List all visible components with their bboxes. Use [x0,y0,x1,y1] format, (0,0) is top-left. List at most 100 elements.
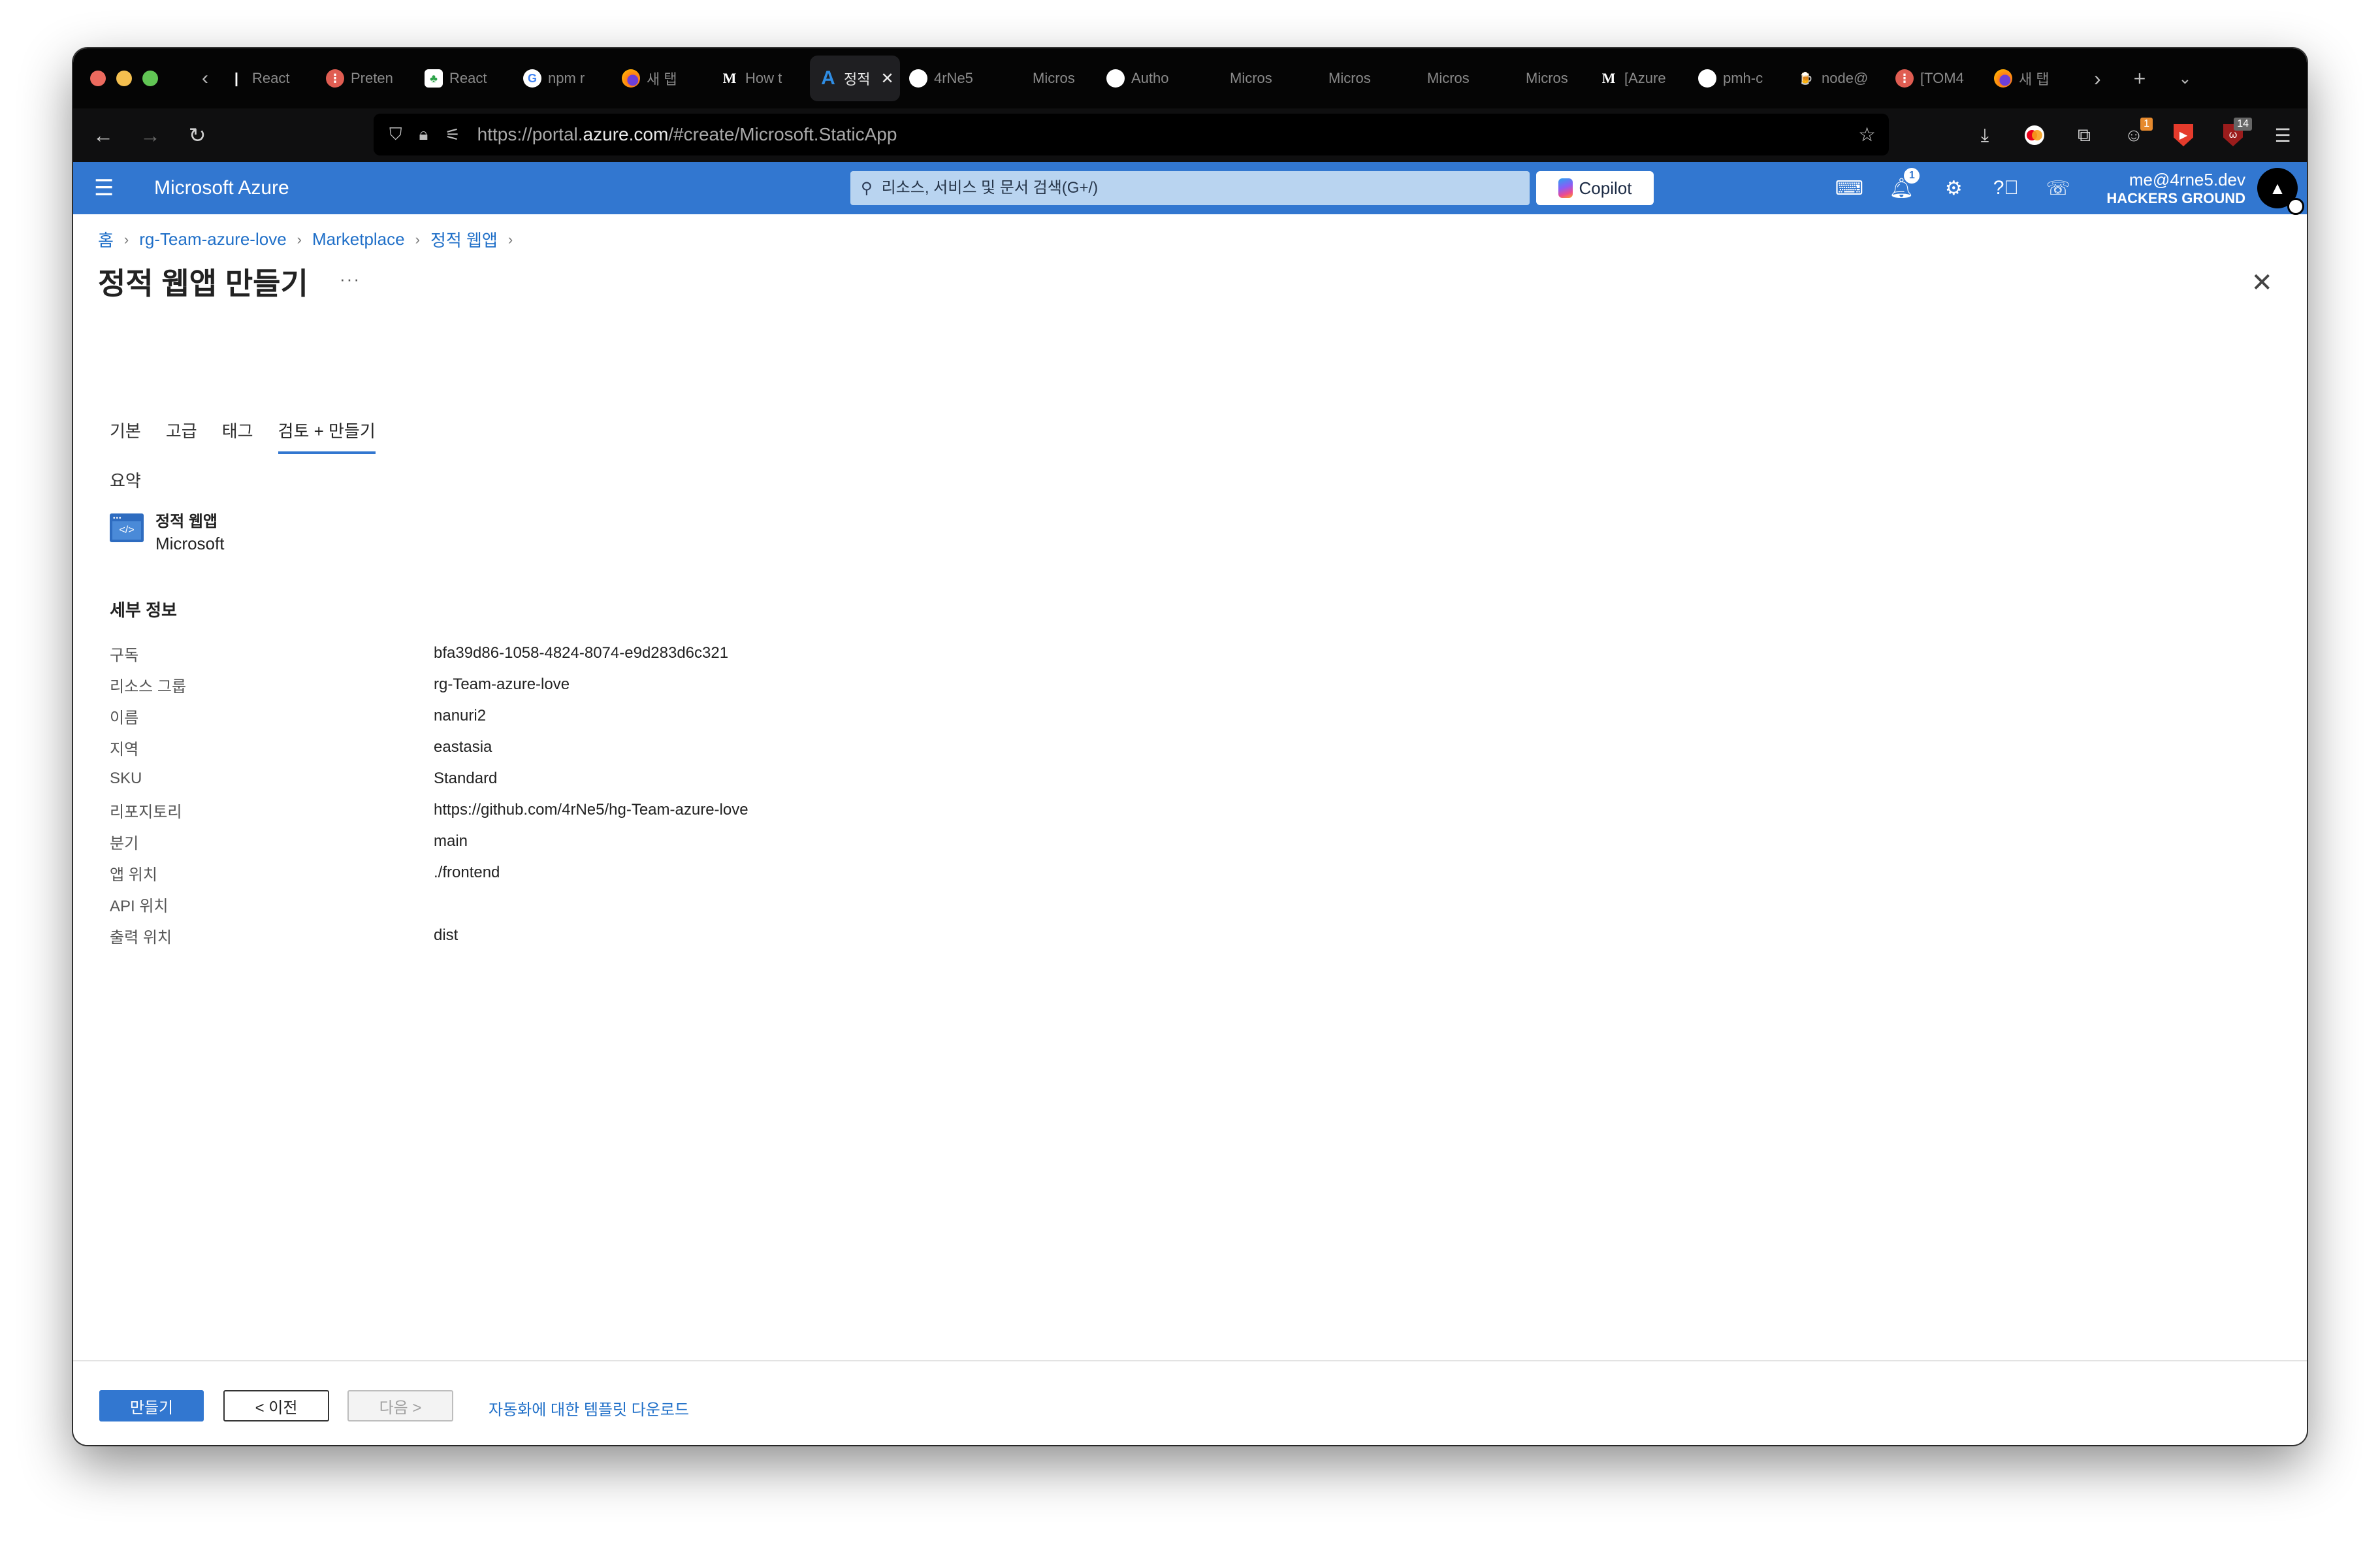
tab-tags[interactable]: 태그 [222,418,253,454]
tab-scroll-right-icon[interactable]: › [2094,67,2101,91]
close-tab-icon[interactable]: ✕ [880,69,893,88]
avatar[interactable]: ▲ [2257,168,2304,215]
ublock-shield-icon[interactable]: ω 14 [2222,118,2252,146]
browser-tab[interactable]: Micros [1196,56,1295,101]
extension-badge: 1 [2140,118,2153,131]
browser-tab[interactable]: M How t [711,56,810,101]
detail-row-name: 이름 nanuri2 [110,700,748,732]
previous-button[interactable]: < 이전 [223,1390,329,1421]
browser-tab[interactable]: ⋮ Preten [317,56,415,101]
tab-title: Micros [1230,70,1272,86]
browser-tab[interactable]: ⋮ [TOM4 [1886,56,1985,101]
feedback-icon[interactable]: ☏ [2032,177,2084,200]
browser-tab[interactable]: Autho [1097,56,1196,101]
new-tab-icon[interactable]: + [2134,67,2146,91]
detail-row-branch: 분기 main [110,826,748,857]
tab-review-create[interactable]: 검토 + 만들기 [278,418,376,454]
browser-tab[interactable]: M [Azure [1590,56,1689,101]
browser-tab[interactable]: Micros [1295,56,1393,101]
detail-label: 지역 [110,740,139,758]
breadcrumb-home[interactable]: 홈 [98,227,114,252]
create-button[interactable]: 만들기 [99,1390,204,1421]
tab-scroll-left-icon[interactable]: ‹ [192,67,218,89]
window-controls [90,71,158,86]
copilot-icon [1558,178,1573,198]
global-search[interactable]: ⚲ [850,171,1530,205]
breadcrumb-resource-group[interactable]: rg-Team-azure-love [139,229,286,250]
notifications-bell-icon[interactable]: 🔔︎ 1 [1875,167,1927,200]
browser-tab[interactable]: Micros [999,56,1097,101]
bookmark-star-icon[interactable]: ☆ [1858,123,1876,146]
cloud-shell-icon[interactable]: ⌨ [1823,177,1875,200]
detail-value: bfa39d86-1058-4824-8074-e9d283d6c321 [434,644,729,662]
browser-tab[interactable]: Micros [1393,56,1492,101]
detail-row-subscription: 구독 bfa39d86-1058-4824-8074-e9d283d6c321 [110,638,748,669]
tab-basics[interactable]: 기본 [110,418,141,454]
spring-icon: ♣ [425,69,443,88]
navigation-bar: ← → ↻ ⛉ 🔒︎ ⚟ https://portal.azure.com/#c… [73,108,2307,162]
download-template-link[interactable]: 자동화에 대한 템플릿 다운로드 [489,1397,689,1420]
portal-menu-icon[interactable]: ☰ [94,175,120,201]
app-menu-icon[interactable]: ☰ [2272,124,2294,146]
detail-row-api-location: API 위치 [110,888,748,920]
extensions-puzzle-icon[interactable]: ⧉ [2073,124,2095,146]
extension-with-badge-icon[interactable]: ☺ 1 [2123,118,2153,146]
detail-row-repository: 리포지토리 https://github.com/4rNe5/hg-Team-az… [110,794,748,826]
browser-tab[interactable]: Micros [1492,56,1590,101]
reload-icon[interactable]: ↻ [174,123,221,148]
breadcrumb-static-web-app[interactable]: 정적 웹앱 [430,227,498,252]
address-bar[interactable]: ⛉ 🔒︎ ⚟ https://portal.azure.com/#create/… [374,114,1889,155]
downloads-icon[interactable]: ⤓ [1974,124,1996,146]
github-icon [909,69,927,88]
account-info[interactable]: me@4rne5.dev HACKERS GROUND [2106,170,2245,207]
tab-advanced[interactable]: 고급 [166,418,197,454]
detail-value: rg-Team-azure-love [434,675,570,693]
tab-title: React [449,70,487,86]
tabstrip-controls: › + ⌄ [2094,67,2191,91]
video-extension-icon[interactable]: ▶ [2172,124,2195,146]
maximize-window-button[interactable] [142,71,158,86]
close-blade-icon[interactable]: ✕ [2251,268,2273,298]
tracking-protection-shield-icon[interactable]: ⛉ [389,124,402,145]
more-options-icon[interactable]: ··· [340,269,361,289]
breadcrumb-marketplace[interactable]: Marketplace [312,229,405,250]
url-domain: azure.com [583,124,669,144]
settings-gear-icon[interactable]: ⚙ [1927,177,1980,200]
detail-label: 분기 [110,834,139,853]
detail-label: 구독 [110,646,139,664]
copilot-button[interactable]: Copilot [1536,171,1654,205]
azure-brand[interactable]: Microsoft Azure [154,177,289,199]
forward-icon[interactable]: → [127,123,174,148]
page-title: 정적 웹앱 만들기 [98,267,308,300]
url-text[interactable]: https://portal.azure.com/#create/Microso… [477,124,897,145]
tab-strip: ‹ | React ⋮ Preten ♣ React Gnpm r 새 탭 M How … [73,48,2307,108]
browser-tab[interactable]: 새 탭 [1985,56,2083,101]
browser-tab[interactable]: pmh-c [1689,56,1788,101]
permissions-icon[interactable]: ⚟ [445,125,460,145]
browser-tab[interactable]: 🍺 node@ [1788,56,1886,101]
close-window-button[interactable] [90,71,106,86]
help-icon[interactable]: ?⃝ [1980,177,2032,199]
minimize-window-button[interactable] [116,71,132,86]
browser-tab[interactable]: Gnpm r [514,56,613,101]
detail-label: 리포지토리 [110,803,182,821]
tab-list-dropdown-icon[interactable]: ⌄ [2178,69,2191,88]
tab-title: Micros [1033,70,1075,86]
microsoft-icon [1008,69,1026,88]
browser-tab[interactable]: 새 탭 [613,56,711,101]
detail-label: 출력 위치 [110,928,172,947]
browser-tab[interactable]: | React [218,56,317,101]
browser-tab[interactable]: 4rNe5 [900,56,999,101]
detail-row-app-location: 앱 위치 ./frontend [110,857,748,888]
mastercard-extension-icon[interactable] [2023,124,2046,146]
back-icon[interactable]: ← [80,123,127,148]
azure-header: ☰ Microsoft Azure ⚲ Copilot ⌨ 🔔︎1 ⚙ ?⃝ ☏… [73,162,2307,215]
firefox-icon [622,69,640,88]
search-input[interactable] [881,179,1470,197]
tab-title: How t [745,70,782,86]
lock-icon[interactable]: 🔒︎ [419,124,428,145]
browser-tab-active[interactable]: A 정적 ✕ [810,56,900,101]
browser-tab[interactable]: ♣ React [415,56,514,101]
next-button[interactable]: 다음 > [347,1390,453,1421]
github-icon [1106,69,1125,88]
